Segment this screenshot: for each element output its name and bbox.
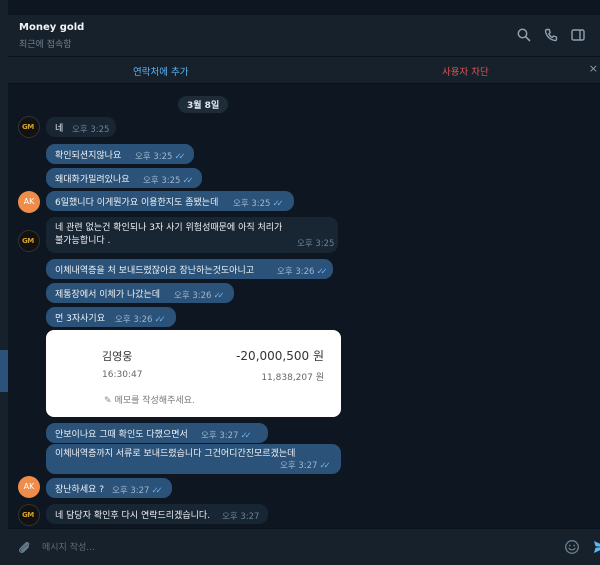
- telegram-window: Money gold 최근에 접속함 연락처에 추가 사용자 차단 × 3월 8…: [0, 0, 600, 565]
- read-receipt-icon: ✓✓: [174, 152, 185, 162]
- message-bubble[interactable]: 네 오후 3:25: [46, 117, 116, 137]
- read-receipt-icon: ✓✓: [213, 291, 224, 301]
- message-text: 안보이나요 그때 확인도 다했으면서: [55, 430, 188, 440]
- paperclip-icon[interactable]: [16, 539, 32, 555]
- close-icon[interactable]: ×: [589, 62, 598, 75]
- message-text: 네 담당자 확인후 다시 연락드리겠습니다.: [55, 511, 211, 521]
- phone-icon[interactable]: [543, 27, 559, 43]
- message-bubble[interactable]: 왜대화가밀려있나요 오후 3:25 ✓✓: [46, 168, 202, 188]
- message-time: 오후 3:25 ✓✓: [143, 176, 194, 186]
- message-text: 제통장에서 이체가 나갔는데: [55, 290, 161, 300]
- message-text: 먼 3자사기요: [55, 314, 105, 324]
- avatar-initials: AK: [23, 197, 35, 206]
- chat-header[interactable]: Money gold 최근에 접속함: [8, 15, 600, 57]
- message-time: 오후 3:25: [72, 125, 110, 135]
- message-text: 네: [55, 124, 64, 134]
- message-text: 이체내역증까지 서류로 보내드렸습니다 그건어디간진모르겠는데: [55, 449, 296, 459]
- sidebar-toggle-icon[interactable]: [570, 27, 586, 43]
- balance-amount: 11,838,207 원: [261, 373, 324, 383]
- message-text: 장난하세요 ?: [55, 485, 105, 495]
- avatar-initials: AK: [23, 482, 35, 491]
- message-input[interactable]: 메시지 작성...: [42, 540, 95, 553]
- message-bubble[interactable]: 이체내역증을 처 보내드렸잖아요 장난하는것도아니고 오후 3:26 ✓✓: [46, 259, 333, 279]
- avatar-initials: GM: [22, 511, 34, 519]
- pencil-icon: ✎: [104, 396, 112, 406]
- chat-status: 최근에 접속함: [19, 40, 72, 50]
- message-bubble[interactable]: 네 관련 없는건 확인되나 3자 사기 위험성때문에 아직 처리가 불가능합니다…: [46, 217, 338, 253]
- message-time: 오후 3:27 ✓✓: [201, 431, 252, 441]
- message-time: 오후 3:25 ✓✓: [135, 152, 186, 162]
- message-time: 오후 3:26 ✓✓: [115, 315, 166, 325]
- message-bubble[interactable]: 제통장에서 이체가 나갔는데 오후 3:26 ✓✓: [46, 283, 234, 303]
- message-bubble[interactable]: 6일했니다 이게뭔가요 이용한지도 좀됐는데 오후 3:25 ✓✓: [46, 191, 294, 211]
- read-receipt-icon: ✓✓: [182, 176, 193, 186]
- add-contact-button[interactable]: 연락처에 추가: [133, 64, 188, 78]
- message-time: 오후 3:27 ✓✓: [112, 486, 163, 496]
- message-bubble[interactable]: 먼 3자사기요 오후 3:26 ✓✓: [46, 307, 176, 327]
- message-time: 오후 3:26 ✓✓: [277, 267, 328, 277]
- chat-title[interactable]: Money gold: [19, 22, 84, 33]
- message-bubble[interactable]: 네 담당자 확인후 다시 연락드리겠습니다. 오후 3:27: [46, 504, 268, 524]
- left-sidebar-strip: [0, 0, 8, 565]
- read-receipt-icon: ✓✓: [151, 486, 162, 496]
- avatar[interactable]: AK: [18, 191, 40, 213]
- date-separator: 3월 8일: [178, 96, 229, 113]
- avatar-initials: GM: [22, 123, 34, 131]
- read-receipt-icon: ✓✓: [319, 461, 330, 471]
- recipient-name: 김영웅: [102, 350, 133, 363]
- message-composer: 메시지 작성...: [8, 528, 600, 565]
- message-text: 왜대화가밀려있나요: [55, 175, 130, 185]
- search-icon[interactable]: [516, 27, 532, 43]
- read-receipt-icon: ✓✓: [154, 315, 165, 325]
- message-bubble[interactable]: 확인되션지않나요 오후 3:25 ✓✓: [46, 144, 194, 164]
- transfer-receipt-image[interactable]: 김영웅 -20,000,500 원 16:30:47 11,838,207 원 …: [46, 330, 341, 417]
- transfer-amount: -20,000,500 원: [236, 349, 324, 363]
- message-text: 6일했니다 이게뭔가요 이용한지도 좀됐는데: [55, 198, 219, 208]
- message-bubble[interactable]: 이체내역증까지 서류로 보내드렸습니다 그건어디간진모르겠는데 오후 3:27 ✓…: [46, 444, 341, 474]
- message-bubble[interactable]: 안보이나요 그때 확인도 다했으면서 오후 3:27 ✓✓: [46, 423, 268, 443]
- read-receipt-icon: ✓✓: [272, 199, 283, 209]
- avatar[interactable]: GM: [18, 230, 40, 252]
- send-icon[interactable]: [592, 539, 600, 555]
- message-list[interactable]: 3월 8일 GM 네 오후 3:25 확인되션지않나요 오후 3:25 ✓✓ 왜대…: [8, 84, 600, 528]
- message-text: 확인되션지않나요: [55, 151, 122, 161]
- message-text-line-1: 네 관련 없는건 확인되나 3자 사기 위험성때문에 아직 처리가: [55, 223, 283, 233]
- message-time: 오후 3:27: [222, 512, 260, 522]
- message-time: 오후 3:27 ✓✓: [280, 461, 331, 471]
- read-receipt-icon: ✓✓: [240, 431, 251, 441]
- block-user-button[interactable]: 사용자 차단: [442, 64, 489, 78]
- memo-placeholder: 메모를 작성해주세요.: [114, 396, 195, 406]
- message-text: 이체내역증을 처 보내드렸잖아요 장난하는것도아니고: [55, 266, 255, 276]
- message-text-line-2: 불가능합니다 .: [55, 236, 111, 246]
- message-bubble[interactable]: 장난하세요 ? 오후 3:27 ✓✓: [46, 478, 172, 498]
- memo-field: ✎ 메모를 작성해주세요.: [104, 393, 195, 406]
- message-time: 오후 3:25: [297, 239, 335, 249]
- sidebar-active-chat-indicator[interactable]: [0, 350, 8, 392]
- read-receipt-icon: ✓✓: [316, 267, 327, 277]
- emoji-icon[interactable]: [564, 539, 580, 555]
- avatar[interactable]: GM: [18, 116, 40, 138]
- message-time: 오후 3:25 ✓✓: [233, 199, 284, 209]
- transfer-time: 16:30:47: [102, 370, 143, 380]
- contact-action-bar: 연락처에 추가 사용자 차단 ×: [8, 57, 600, 84]
- avatar[interactable]: AK: [18, 476, 40, 498]
- avatar-initials: GM: [22, 237, 34, 245]
- avatar[interactable]: GM: [18, 504, 40, 526]
- message-time: 오후 3:26 ✓✓: [174, 291, 225, 301]
